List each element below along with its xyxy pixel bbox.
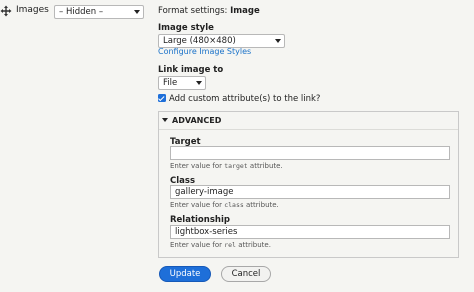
field-label: Images	[16, 5, 49, 15]
format-settings-name: Image	[230, 6, 260, 16]
custom-attributes-checkbox-row[interactable]: Add custom attribute(s) to the link?	[158, 94, 320, 104]
divider	[159, 129, 458, 130]
custom-attributes-label: Add custom attribute(s) to the link?	[169, 94, 321, 104]
relationship-hint-pre: Enter value for	[170, 241, 225, 249]
cancel-button[interactable]: Cancel	[221, 266, 271, 282]
update-button[interactable]: Update	[159, 266, 211, 282]
image-style-label: Image style	[158, 23, 214, 33]
link-image-label: Link image to	[158, 65, 224, 75]
class-hint: Enter value for class attribute.	[170, 201, 279, 209]
chevron-down-icon	[196, 81, 202, 85]
visibility-select-value: – Hidden –	[59, 7, 104, 17]
relationship-hint: Enter value for rel attribute.	[170, 241, 271, 249]
configure-image-styles-link[interactable]: Configure Image Styles	[158, 47, 251, 56]
relationship-label: Relationship	[170, 215, 230, 225]
advanced-toggle[interactable]: ADVANCED	[162, 116, 221, 125]
target-input[interactable]	[170, 146, 450, 160]
class-input[interactable]: gallery-image	[170, 185, 450, 199]
relationship-input[interactable]: lightbox-series	[170, 225, 450, 239]
chevron-down-icon	[134, 10, 140, 14]
link-image-select-value: File	[163, 78, 178, 88]
relationship-hint-code: rel	[224, 241, 236, 249]
advanced-title: ADVANCED	[172, 116, 222, 125]
triangle-down-icon	[162, 118, 168, 122]
chevron-down-icon	[275, 39, 281, 43]
drag-handle-icon[interactable]	[0, 5, 12, 17]
checkbox-checked-icon[interactable]	[158, 94, 166, 102]
class-hint-pre: Enter value for	[170, 201, 225, 209]
target-hint-pre: Enter value for	[170, 162, 225, 170]
format-settings-title: Format settings: Image	[158, 6, 260, 16]
target-hint: Enter value for target attribute.	[170, 162, 283, 170]
target-hint-code: target	[224, 162, 248, 170]
target-hint-post: attribute.	[247, 162, 283, 170]
format-settings-prefix: Format settings:	[158, 6, 231, 16]
class-hint-post: attribute.	[243, 201, 279, 209]
image-style-select-value: Large (480×480)	[163, 36, 236, 46]
visibility-select[interactable]: – Hidden –	[54, 5, 144, 19]
image-style-select[interactable]: Large (480×480)	[158, 34, 285, 48]
link-image-select[interactable]: File	[158, 76, 206, 90]
relationship-hint-post: attribute.	[235, 241, 271, 249]
class-hint-code: class	[224, 201, 244, 209]
